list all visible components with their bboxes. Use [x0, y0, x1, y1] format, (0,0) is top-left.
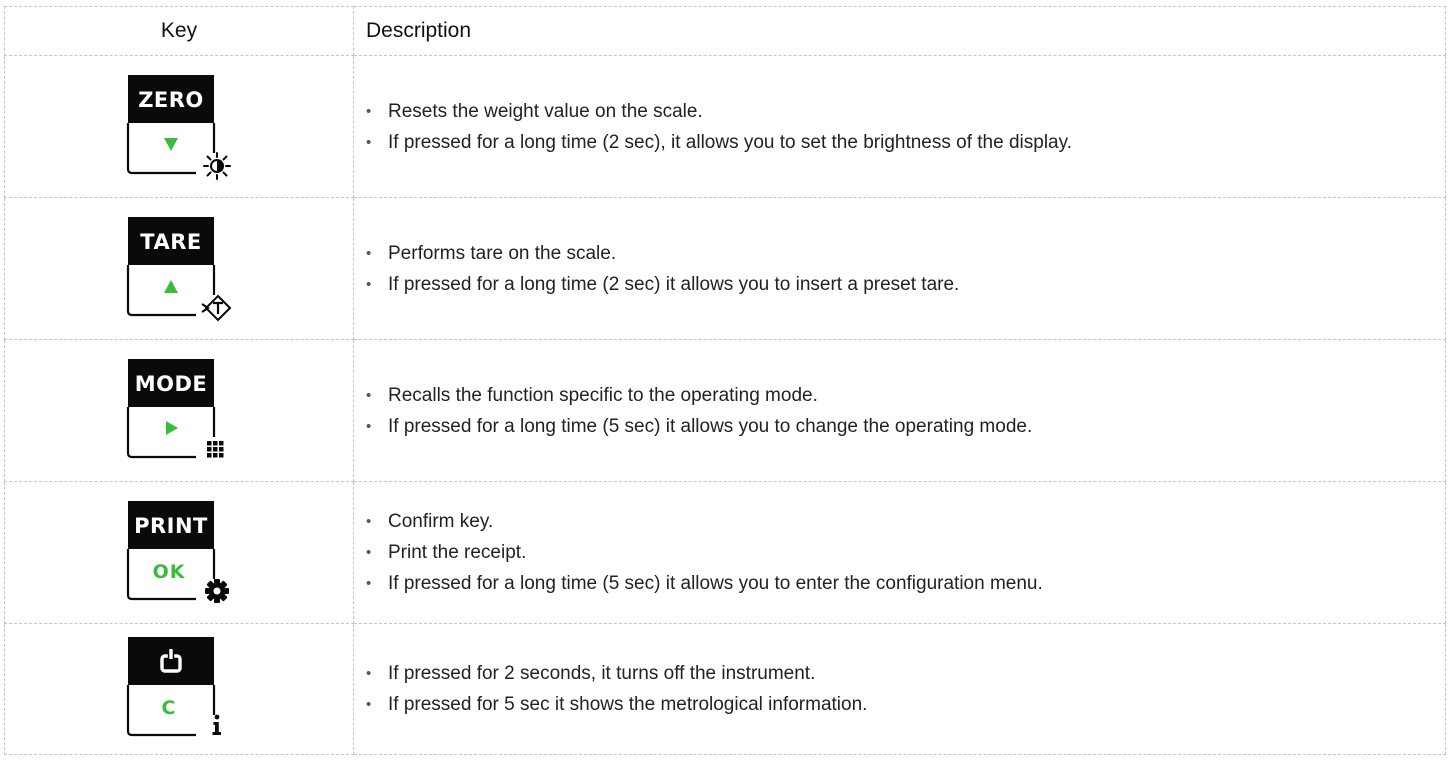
- preset-tare-icon: [201, 294, 232, 321]
- description-item: If pressed for a long time (2 sec) it al…: [364, 269, 1445, 300]
- brightness-icon: [203, 151, 231, 180]
- table-row: MODE • Recalls the function specific to …: [4, 339, 1446, 482]
- description-item: Print the receipt.: [364, 537, 1445, 568]
- table-row: TARE Performs tare on the scale.: [4, 197, 1446, 340]
- description-item: If pressed for 5 sec it shows the metrol…: [364, 689, 1445, 720]
- key-cell: C: [4, 623, 354, 755]
- table-row: ZERO • Resets the weight value on the sc…: [4, 55, 1446, 198]
- tare-key: TARE: [120, 215, 238, 323]
- zero-key: ZERO: [120, 73, 238, 181]
- triangle-down-icon: [164, 137, 178, 151]
- table-header-row: Key Description: [4, 6, 1446, 56]
- triangle-right-icon: [166, 420, 178, 435]
- description-item: If pressed for a long time (5 sec) it al…: [364, 568, 1445, 599]
- description-cell: Resets the weight value on the scale. If…: [353, 55, 1446, 198]
- description-item: If pressed for a long time (5 sec) it al…: [364, 411, 1445, 442]
- key-cell: PRINT OK: [4, 481, 354, 624]
- mode-key: MODE: [120, 357, 238, 465]
- description-cell: Confirm key. Print the receipt. If press…: [353, 481, 1446, 624]
- description-cell: Performs tare on the scale. If pressed f…: [353, 197, 1446, 340]
- description-list: If pressed for 2 seconds, it turns off t…: [364, 658, 1445, 720]
- description-item: If pressed for 2 seconds, it turns off t…: [364, 658, 1445, 689]
- key-label: MODE: [135, 372, 208, 396]
- grid-icon: [207, 440, 224, 457]
- triangle-up-icon: [164, 279, 178, 293]
- key-sub-label: C: [162, 697, 177, 719]
- key-label: PRINT: [134, 514, 208, 538]
- gear-icon: [205, 578, 229, 603]
- column-header-description: Description: [353, 6, 1446, 56]
- description-cell: Recalls the function specific to the ope…: [353, 339, 1446, 482]
- keys-table: Key Description ZERO • Resets the weight…: [4, 6, 1446, 755]
- key-label: ZERO: [138, 88, 204, 112]
- key-cell: MODE: [4, 339, 354, 482]
- table-row: PRINT OK • Confirm key. • Print the rece…: [4, 481, 1446, 624]
- description-list: Confirm key. Print the receipt. If press…: [364, 506, 1445, 599]
- description-list: Recalls the function specific to the ope…: [364, 380, 1445, 442]
- key-label: TARE: [140, 230, 201, 254]
- description-item: Confirm key.: [364, 506, 1445, 537]
- description-item: Resets the weight value on the scale.: [364, 96, 1445, 127]
- print-key: PRINT OK: [120, 499, 238, 607]
- description-item: If pressed for a long time (2 sec), it a…: [364, 127, 1445, 158]
- description-cell: If pressed for 2 seconds, it turns off t…: [353, 623, 1446, 755]
- description-list: Performs tare on the scale. If pressed f…: [364, 238, 1445, 300]
- key-cell: TARE: [4, 197, 354, 340]
- power-clear-key: C: [120, 635, 238, 743]
- table-row: C If pressed for 2 seconds, it turns off…: [4, 623, 1446, 755]
- description-list: Resets the weight value on the scale. If…: [364, 96, 1445, 158]
- key-cell: ZERO: [4, 55, 354, 198]
- description-item: Performs tare on the scale.: [364, 238, 1445, 269]
- info-icon: [212, 714, 221, 735]
- key-sub-label: OK: [153, 561, 186, 583]
- column-header-key: Key: [4, 6, 354, 56]
- description-item: Recalls the function specific to the ope…: [364, 380, 1445, 411]
